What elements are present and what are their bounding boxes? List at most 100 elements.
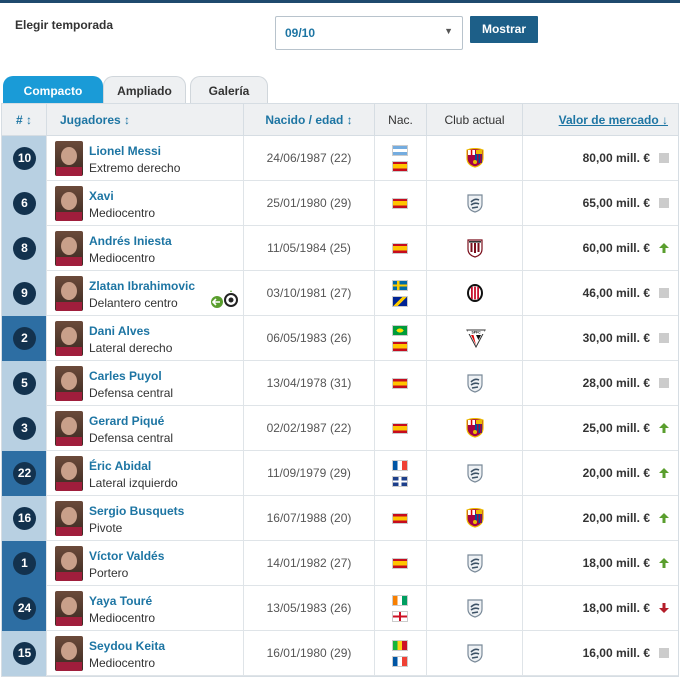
sort-born-header[interactable]: Nacido / edad ↕	[244, 104, 375, 136]
market-value-cell: 20,00 mill. €	[523, 496, 679, 541]
flag-france-icon	[392, 460, 408, 471]
market-value-cell: 28,00 mill. €	[523, 361, 679, 406]
player-cell: Zlatan Ibrahimovic Delantero centro	[47, 271, 244, 316]
nationality-cell	[375, 541, 427, 586]
birth-date-age: 16/01/1980 (29)	[244, 631, 375, 676]
player-name-link[interactable]: Andrés Iniesta	[89, 234, 172, 248]
current-club-cell	[427, 631, 523, 676]
retired-crest[interactable]	[466, 643, 484, 663]
market-value-link[interactable]: 25,00 mill. €	[583, 406, 650, 451]
birth-date-age: 25/01/1980 (29)	[244, 181, 375, 226]
nationality-header: Nac.	[375, 104, 427, 136]
market-value-link[interactable]: 60,00 mill. €	[583, 226, 650, 271]
player-name-link[interactable]: Seydou Keita	[89, 639, 165, 653]
tab-ampliado[interactable]: Ampliado	[103, 76, 186, 104]
flag-spain-icon	[392, 378, 408, 389]
sort-number-header[interactable]: # ↕	[2, 104, 47, 136]
shirt-number-cell: 8	[2, 226, 47, 271]
flag-mali-icon	[392, 640, 408, 651]
player-name-link[interactable]: Gerard Piqué	[89, 414, 164, 428]
player-name-link[interactable]: Víctor Valdés	[89, 549, 164, 563]
top-border	[0, 0, 680, 3]
player-photo[interactable]	[55, 501, 83, 536]
player-photo[interactable]	[55, 321, 83, 356]
market-value-link[interactable]: 80,00 mill. €	[583, 136, 650, 181]
player-name-link[interactable]: Yaya Touré	[89, 594, 152, 608]
trend-unchanged-icon	[659, 333, 669, 343]
player-name-link[interactable]: Lionel Messi	[89, 144, 161, 158]
shirt-number: 15	[13, 642, 36, 665]
vissel-kobe-crest[interactable]	[466, 238, 484, 258]
table-row: 22 Éric Abidal Lateral izquierdo 11/09/1979…	[2, 451, 678, 496]
shirt-number: 22	[13, 462, 36, 485]
tab-galeria[interactable]: Galería	[190, 76, 268, 104]
flag-spain-icon	[392, 341, 408, 352]
market-value-link[interactable]: 18,00 mill. €	[583, 541, 650, 586]
tab-compacto[interactable]: Compacto	[3, 76, 103, 104]
transfer-out-icon[interactable]	[208, 289, 238, 309]
nationality-cell	[375, 631, 427, 676]
player-photo[interactable]	[55, 366, 83, 401]
nationality-cell	[375, 586, 427, 631]
market-value-cell: 60,00 mill. €	[523, 226, 679, 271]
table-row: 2 Dani Alves Lateral derecho 06/05/1983 (26…	[2, 316, 678, 361]
club-header: Club actual	[427, 104, 523, 136]
squad-table: # ↕ Jugadores ↕ Nacido / edad ↕ Nac. Clu…	[1, 103, 679, 677]
market-value-link[interactable]: 28,00 mill. €	[583, 361, 650, 406]
ac-milan-crest[interactable]	[466, 283, 484, 303]
retired-crest[interactable]	[466, 598, 484, 618]
fc-barcelona-crest[interactable]	[466, 507, 484, 528]
player-name-link[interactable]: Dani Alves	[89, 324, 150, 338]
flag-france-icon	[392, 656, 408, 667]
player-name-link[interactable]: Sergio Busquets	[89, 504, 184, 518]
player-photo[interactable]	[55, 546, 83, 581]
market-value-link[interactable]: 18,00 mill. €	[583, 586, 650, 631]
nationality-cell	[375, 271, 427, 316]
market-value-link[interactable]: 46,00 mill. €	[583, 271, 650, 316]
player-name-link[interactable]: Zlatan Ibrahimovic	[89, 279, 195, 293]
market-value-link[interactable]: 30,00 mill. €	[583, 316, 650, 361]
player-name-link[interactable]: Carles Puyol	[89, 369, 162, 383]
player-photo[interactable]	[55, 636, 83, 671]
player-cell: Dani Alves Lateral derecho	[47, 316, 244, 361]
retired-crest[interactable]	[466, 553, 484, 573]
current-club-cell	[427, 181, 523, 226]
player-photo[interactable]	[55, 276, 83, 311]
player-photo[interactable]	[55, 591, 83, 626]
sao-paulo-crest[interactable]: SPFC	[466, 328, 486, 349]
shirt-number: 16	[13, 507, 36, 530]
market-value-link[interactable]: 65,00 mill. €	[583, 181, 650, 226]
retired-crest[interactable]	[466, 193, 484, 213]
fc-barcelona-crest[interactable]	[466, 417, 484, 438]
current-club-cell	[427, 361, 523, 406]
market-value-cell: 46,00 mill. €	[523, 271, 679, 316]
birth-date-age: 02/02/1987 (22)	[244, 406, 375, 451]
market-value-link[interactable]: 16,00 mill. €	[583, 631, 650, 676]
chevron-down-icon: ▼	[444, 26, 453, 36]
player-photo[interactable]	[55, 411, 83, 446]
player-name-link[interactable]: Éric Abidal	[89, 459, 151, 473]
retired-crest[interactable]	[466, 373, 484, 393]
table-row: 9 Zlatan Ibrahimovic Delantero centro 03/10…	[2, 271, 678, 316]
market-value-cell: 80,00 mill. €	[523, 136, 679, 181]
player-name-link[interactable]: Xavi	[89, 189, 114, 203]
player-photo[interactable]	[55, 456, 83, 491]
player-photo[interactable]	[55, 231, 83, 266]
sort-player-header[interactable]: Jugadores ↕	[47, 104, 244, 136]
show-button[interactable]: Mostrar	[470, 16, 538, 43]
birth-date-age: 24/06/1987 (22)	[244, 136, 375, 181]
market-value-link[interactable]: 20,00 mill. €	[583, 496, 650, 541]
shirt-number-cell: 9	[2, 271, 47, 316]
season-select[interactable]: 09/10 ▼	[275, 16, 463, 50]
birth-date-age: 11/09/1979 (29)	[244, 451, 375, 496]
birth-date-age: 11/05/1984 (25)	[244, 226, 375, 271]
retired-crest[interactable]	[466, 463, 484, 483]
flag-martinique-icon	[392, 476, 408, 487]
current-club-cell	[427, 541, 523, 586]
fc-barcelona-crest[interactable]	[466, 147, 484, 168]
market-value-link[interactable]: 20,00 mill. €	[583, 451, 650, 496]
player-photo[interactable]	[55, 141, 83, 176]
player-photo[interactable]	[55, 186, 83, 221]
sort-market-value-header[interactable]: Valor de mercado ↓	[523, 104, 679, 136]
player-position: Extremo derecho	[89, 161, 181, 175]
